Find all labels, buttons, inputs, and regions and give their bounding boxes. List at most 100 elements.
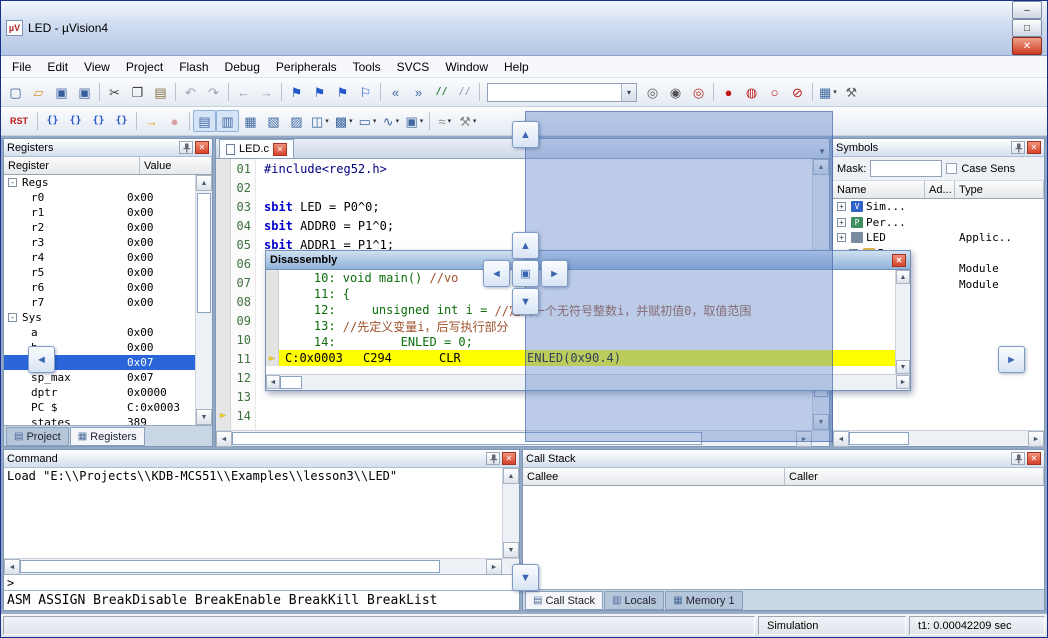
symbol-row-per[interactable]: +PPer... [833,215,1044,231]
minimize-button[interactable]: – [1012,1,1042,19]
register-row-states[interactable]: states389 [4,415,195,425]
dock-cross-center-icon[interactable]: ▣ [512,260,539,287]
title-bar[interactable]: µV LED - µVision4 –□✕ [1,1,1047,56]
find-text-input[interactable] [488,84,621,101]
register-row-r7[interactable]: r70x00 [4,295,195,310]
close-icon[interactable]: ✕ [1027,452,1041,465]
mask-input[interactable] [870,160,942,177]
close-button[interactable]: ✕ [1012,37,1042,55]
close-icon[interactable]: ✕ [502,452,516,465]
scroll-thumb[interactable] [849,432,909,445]
reset-icon[interactable]: RST [4,110,34,132]
target-options-icon[interactable]: ▦▾ [816,81,840,103]
column-register[interactable]: Register [4,157,140,174]
dock-bottom-icon[interactable]: ▼ [512,564,539,591]
menu-file[interactable]: File [4,57,39,77]
combo-dropdown-icon[interactable]: ▾ [621,84,636,101]
callstack-window-icon[interactable]: ▨ [285,110,308,132]
register-row-r5[interactable]: r50x00 [4,265,195,280]
command-input[interactable]: > [4,574,519,590]
undo-icon[interactable]: ↶ [179,81,202,103]
scroll-left-icon[interactable]: ◄ [4,559,20,575]
step-out-icon[interactable]: {} [87,110,110,132]
registers-scrollbar[interactable]: ▲ ▼ [195,175,212,425]
symbols-hscrollbar[interactable]: ◄ ► [833,430,1044,446]
memory-window-icon[interactable]: ▩▾ [332,110,356,132]
scroll-thumb[interactable] [197,193,211,313]
nav-forward-icon[interactable]: → [255,81,278,103]
scroll-left-icon[interactable]: ◄ [833,431,849,447]
registers-caption[interactable]: Registers ✕ [4,139,212,157]
debug-tab-memory-1[interactable]: ▦Memory 1 [665,591,742,610]
watch-window-icon[interactable]: ◫▾ [308,110,332,132]
new-file-icon[interactable]: ▢ [4,81,27,103]
close-tab-icon[interactable]: ✕ [273,143,287,156]
dock-left-icon[interactable]: ◄ [28,346,55,373]
run-to-cursor-icon[interactable]: {} [110,110,133,132]
command-log[interactable]: Load "E:\\Projects\\KDB-MCS51\\Examples\… [4,468,502,558]
save-icon[interactable]: ▣ [50,81,73,103]
menu-window[interactable]: Window [437,57,496,77]
instruction-trace-icon[interactable]: ≈▾ [433,110,456,132]
registers-window-icon[interactable]: ▧ [262,110,285,132]
disable-all-breakpoints-icon[interactable]: ○ [763,81,786,103]
register-row-pc[interactable]: PC $C:0x0003 [4,400,195,415]
menu-view[interactable]: View [76,57,118,77]
tree-expander-icon[interactable]: - [8,178,17,187]
dock-cross-down-icon[interactable]: ▼ [512,288,539,315]
dock-top-icon[interactable]: ▲ [512,121,539,148]
register-row-dptr[interactable]: dptr0x0000 [4,385,195,400]
command-caption[interactable]: Command ✕ [4,450,519,468]
scroll-up-icon[interactable]: ▲ [196,175,212,191]
scroll-down-icon[interactable]: ▼ [896,360,910,374]
menu-debug[interactable]: Debug [217,57,268,77]
outdent-icon[interactable]: « [384,81,407,103]
tree-expander-icon[interactable]: + [837,202,846,211]
scroll-up-icon[interactable]: ▲ [896,270,910,284]
workspace-tab-registers[interactable]: ▦Registers [70,427,145,446]
scroll-right-icon[interactable]: ► [896,375,910,389]
find-text-combobox[interactable]: ▾ [487,83,637,102]
menu-edit[interactable]: Edit [39,57,76,77]
register-row-r4[interactable]: r40x00 [4,250,195,265]
workspace-tab-project[interactable]: ▤Project [6,427,69,446]
symbol-window-icon[interactable]: ▦ [239,110,262,132]
tree-expander-icon[interactable]: + [837,218,846,227]
dock-cross-up-icon[interactable]: ▲ [512,232,539,259]
scroll-thumb[interactable] [20,560,440,573]
step-into-icon[interactable]: {} [41,110,64,132]
symbol-row-led[interactable]: +LEDApplic.. [833,230,1044,246]
scroll-thumb[interactable] [280,376,302,389]
step-over-icon[interactable]: {} [64,110,87,132]
redo-icon[interactable]: ↷ [202,81,225,103]
close-icon[interactable]: ✕ [892,254,906,267]
toggle-bookmark-icon[interactable]: ⚑ [285,81,308,103]
disassembly-vscrollbar[interactable]: ▲ ▼ [895,270,910,374]
column-value[interactable]: Value [140,157,212,174]
open-folder-icon[interactable]: ▱ [27,81,50,103]
command-vscrollbar[interactable]: ▲ ▼ [502,468,519,558]
pin-icon[interactable] [1011,452,1025,465]
scroll-left-icon[interactable]: ◄ [216,431,232,447]
column-address[interactable]: Ad... [925,181,955,198]
register-row-a[interactable]: a0x00 [4,325,195,340]
command-hscrollbar[interactable]: ◄ ► [4,558,502,574]
register-row-regs[interactable]: -Regs [4,175,195,190]
pin-icon[interactable] [1011,141,1025,154]
serial-window-icon[interactable]: ▭▾ [356,110,380,132]
scroll-down-icon[interactable]: ▼ [503,542,519,558]
menu-tools[interactable]: Tools [345,57,389,77]
callstack-body[interactable] [523,486,1044,589]
case-sensitive-checkbox[interactable] [946,163,957,174]
clear-bookmarks-icon[interactable]: ⚐ [354,81,377,103]
dock-right-icon[interactable]: ► [998,346,1025,373]
command-window-icon[interactable]: ▤ [193,110,216,132]
register-row-r0[interactable]: r00x00 [4,190,195,205]
register-row-r2[interactable]: r20x00 [4,220,195,235]
tree-expander-icon[interactable]: - [8,313,17,322]
menu-project[interactable]: Project [118,57,171,77]
debug-tab-call-stack[interactable]: ▤Call Stack [525,591,603,610]
register-row-r6[interactable]: r60x00 [4,280,195,295]
pin-icon[interactable] [179,141,193,154]
menu-peripherals[interactable]: Peripherals [268,57,345,77]
